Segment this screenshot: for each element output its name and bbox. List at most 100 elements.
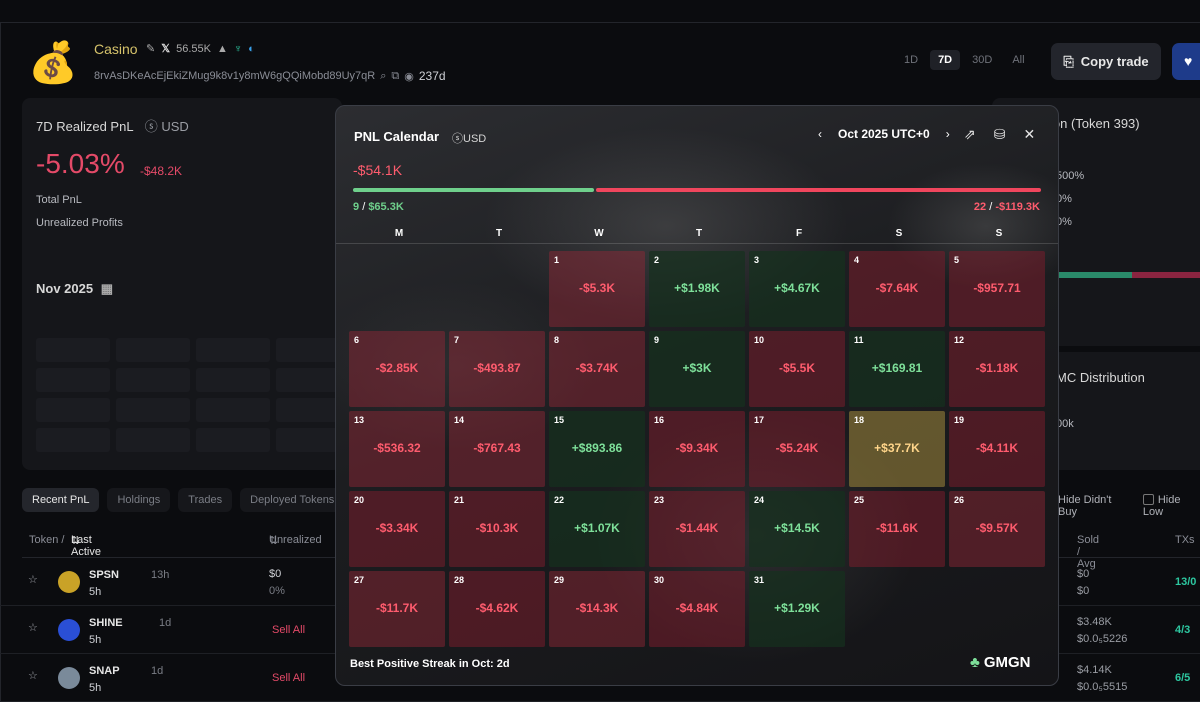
mc-distribution-title: MC Distribution — [1056, 370, 1145, 385]
day-number: 21 — [454, 495, 465, 505]
calendar-day-27[interactable]: 27 -$11.7K — [349, 571, 445, 647]
star-icon[interactable]: ☆ — [28, 573, 38, 586]
modal-currency[interactable]: ⓢUSD — [452, 130, 486, 146]
range-tab-30d[interactable]: 30D — [964, 50, 1000, 70]
hide-low-toggle[interactable]: Hide Low — [1142, 494, 1200, 518]
empty-cell — [449, 251, 545, 327]
calendar-day-10[interactable]: 10 -$5.5K — [749, 331, 845, 407]
calendar-day-25[interactable]: 25 -$11.6K — [849, 491, 945, 567]
calendar-day-3[interactable]: 3 +$4.67K — [749, 251, 845, 327]
token-name[interactable]: SNAP — [89, 665, 120, 677]
edit-icon[interactable]: ✎ — [146, 42, 155, 55]
sell-all-button[interactable]: Sell All — [272, 624, 305, 636]
calendar-day-28[interactable]: 28 -$4.62K — [449, 571, 545, 647]
star-icon[interactable]: ☆ — [28, 669, 38, 682]
weekday-label: T — [695, 228, 703, 239]
calendar-day-23[interactable]: 23 -$1.44K — [649, 491, 745, 567]
bottom-tabs: Recent PnL Holdings Trades Deployed Tokens — [22, 488, 345, 512]
unrealized-profits-label: Unrealized Profits — [36, 217, 123, 229]
favorite-button[interactable]: ♥ — [1172, 43, 1200, 80]
calendar-day-20[interactable]: 20 -$3.34K — [349, 491, 445, 567]
day-pnl: -$7.64K — [875, 281, 919, 295]
day-number: 11 — [854, 335, 864, 345]
calendar-day-30[interactable]: 30 -$4.84K — [649, 571, 745, 647]
table-filters: Hide Didn't Buy Hide Low — [1058, 494, 1200, 518]
range-tab-7d[interactable]: 7D — [930, 50, 961, 70]
day-pnl: -$493.87 — [473, 361, 521, 375]
calendar-day-12[interactable]: 12 -$1.18K — [949, 331, 1045, 407]
prev-month-icon[interactable]: ‹ — [818, 127, 822, 141]
platform-icon[interactable]: ♆ — [234, 43, 242, 55]
close-icon[interactable]: ✕ — [1023, 126, 1035, 143]
sold-value: $0 — [1077, 568, 1090, 580]
day-pnl: +$3K — [682, 361, 712, 375]
calendar-day-14[interactable]: 14 -$767.43 — [449, 411, 545, 487]
day-number: 29 — [554, 575, 565, 585]
calendar-day-2[interactable]: 2 +$1.98K — [649, 251, 745, 327]
calendar-day-18[interactable]: 18 +$37.7K — [849, 411, 945, 487]
tab-recent-pnl[interactable]: Recent PnL — [22, 488, 100, 512]
unrealized-value: $0 — [269, 568, 282, 580]
win-summary: 9 / $65.3K — [353, 201, 404, 213]
weekday-header: MTWTFSS — [349, 228, 1049, 239]
streak-label: Best Positive Streak in Oct: — [350, 658, 494, 670]
checkbox-icon[interactable] — [1142, 494, 1154, 505]
calendar-day-5[interactable]: 5 -$957.71 — [949, 251, 1045, 327]
month-total-pnl: -$54.1K — [353, 162, 403, 178]
day-pnl: -$9.34K — [675, 441, 719, 455]
tab-trades[interactable]: Trades — [178, 488, 233, 512]
calendar-day-17[interactable]: 17 -$5.24K — [749, 411, 845, 487]
calendar-day-13[interactable]: 13 -$536.32 — [349, 411, 445, 487]
calendar-day-15[interactable]: 15 +$893.86 — [549, 411, 645, 487]
loss-count: 22 — [973, 201, 987, 213]
calendar-day-26[interactable]: 26 -$9.57K — [949, 491, 1045, 567]
weekday-label: S — [995, 228, 1003, 239]
calendar-day-21[interactable]: 21 -$10.3K — [449, 491, 545, 567]
star-icon[interactable]: ☆ — [28, 621, 38, 634]
top-divider — [0, 22, 1200, 23]
search-icon[interactable]: ⌕ — [380, 70, 386, 83]
share-icon[interactable]: ⇗ — [964, 126, 976, 143]
calendar-day-7[interactable]: 7 -$493.87 — [449, 331, 545, 407]
brand-logo: ♣ GMGN — [970, 654, 1031, 671]
sort-icon: ⇅ — [269, 535, 279, 547]
wave-icon[interactable]: ◐ — [248, 43, 255, 55]
calendar-day-31[interactable]: 31 +$1.29K — [749, 571, 845, 647]
month-navigation: ‹ Oct 2025 UTC+0 › — [818, 127, 950, 141]
sell-all-button[interactable]: Sell All — [272, 672, 305, 684]
calendar-day-11[interactable]: 11 +$169.81 — [849, 331, 945, 407]
next-month-icon[interactable]: › — [946, 127, 950, 141]
calendar-day-22[interactable]: 22 +$1.07K — [549, 491, 645, 567]
copy-icon[interactable]: ⧉ — [391, 70, 399, 83]
tab-deployed-tokens[interactable]: Deployed Tokens — [240, 488, 345, 512]
weekday-label: W — [594, 228, 604, 239]
wallet-name[interactable]: Casino — [94, 41, 138, 57]
token-name[interactable]: SHINE — [89, 617, 123, 629]
range-tab-1d[interactable]: 1D — [896, 50, 926, 70]
dist-value-1: 500% — [1056, 170, 1085, 182]
paint-icon[interactable]: ⛁ — [994, 126, 1006, 143]
calendar-day-16[interactable]: 16 -$9.34K — [649, 411, 745, 487]
calendar-day-6[interactable]: 6 -$2.85K — [349, 331, 445, 407]
day-number: 30 — [654, 575, 665, 585]
calendar-day-24[interactable]: 24 +$14.5K — [749, 491, 845, 567]
month-selector[interactable]: Nov 2025 ▦ — [36, 281, 113, 297]
day-number: 25 — [854, 495, 865, 505]
calendar-day-19[interactable]: 19 -$4.11K — [949, 411, 1045, 487]
calendar-icon[interactable]: ▦ — [101, 281, 113, 296]
calendar-day-8[interactable]: 8 -$3.74K — [549, 331, 645, 407]
token-age: 5h — [89, 586, 102, 598]
best-streak: Best Positive Streak in Oct: 2d — [350, 658, 510, 670]
dist-bar — [1054, 272, 1200, 278]
token-name[interactable]: SPSN — [89, 569, 119, 581]
tab-holdings[interactable]: Holdings — [107, 488, 171, 512]
copy-trade-button[interactable]: ⎘ Copy trade — [1051, 43, 1161, 80]
calendar-day-1[interactable]: 1 -$5.3K — [549, 251, 645, 327]
currency-icon: ⓢ — [144, 119, 158, 134]
x-logo-icon[interactable]: 𝕏 — [161, 42, 170, 55]
calendar-day-29[interactable]: 29 -$14.3K — [549, 571, 645, 647]
calendar-day-9[interactable]: 9 +$3K — [649, 331, 745, 407]
hide-didnt-buy-toggle[interactable]: Hide Didn't Buy — [1058, 494, 1129, 518]
range-tab-all[interactable]: All — [1004, 50, 1032, 70]
calendar-day-4[interactable]: 4 -$7.64K — [849, 251, 945, 327]
